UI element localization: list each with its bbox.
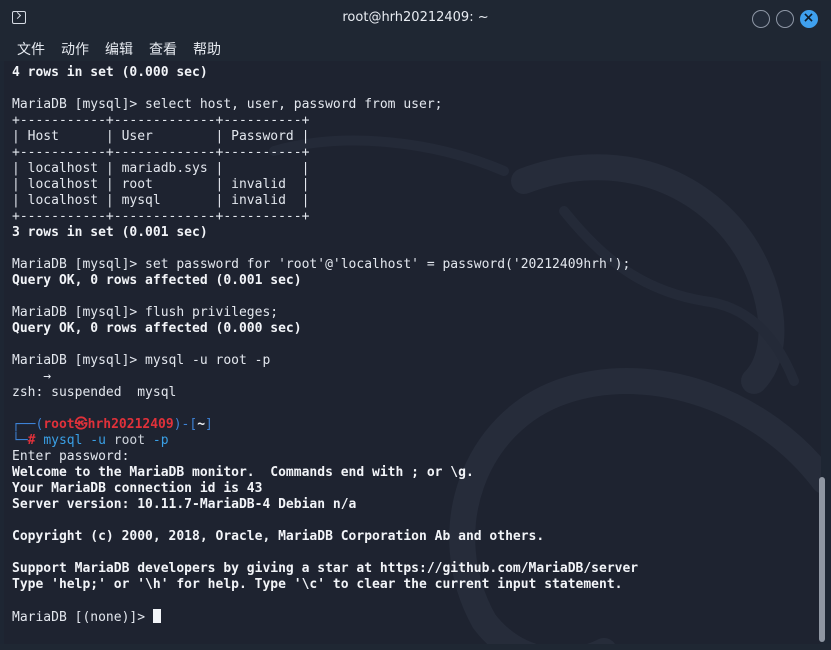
table-border: +-----------+-------------+----------+ xyxy=(12,113,310,128)
title-bar[interactable]: root@hrh20212409: ~ × xyxy=(0,0,831,38)
connection-id: Your MariaDB connection id is 43 xyxy=(12,481,263,496)
sql-command: MariaDB [mysql]> select host, user, pass… xyxy=(12,97,443,112)
terminal-lines: 4 rows in set (0.000 sec) MariaDB [mysql… xyxy=(12,65,638,625)
shell-message: zsh: suspended mysql xyxy=(12,385,177,400)
shell-command: mysql xyxy=(43,433,83,448)
shell-prompt-line-2: └─# mysql -u root -p xyxy=(12,433,638,449)
table-border: +-----------+-------------+----------+ xyxy=(12,209,310,224)
window-title: root@hrh20212409: ~ xyxy=(342,10,489,25)
password-prompt: Enter password: xyxy=(12,449,130,464)
table-row: | localhost | root | invalid | xyxy=(12,177,310,192)
shell-args: -u xyxy=(82,433,114,448)
menu-view[interactable]: 查看 xyxy=(149,39,177,59)
window-bottom-border xyxy=(0,644,831,650)
result-summary: 4 rows in set (0.000 sec) xyxy=(12,65,208,80)
prompt-mid: )-[ xyxy=(173,417,198,432)
current-prompt-line[interactable]: MariaDB [(none)]> xyxy=(12,609,638,625)
shell-arg-user: root xyxy=(113,433,146,448)
result-summary: 3 rows in set (0.001 sec) xyxy=(12,225,208,240)
table-row: | localhost | mysql | invalid | xyxy=(12,193,310,208)
text-cursor xyxy=(152,609,161,623)
prompt-dir: ~ xyxy=(197,417,206,432)
support-message: Support MariaDB developers by giving a s… xyxy=(12,561,639,576)
prompt-open: ┌──( xyxy=(12,417,44,432)
table-row: | localhost | mariadb.sys | | xyxy=(12,161,310,176)
query-result: Query OK, 0 rows affected (0.000 sec) xyxy=(12,321,302,336)
prompt-prefix: └─ xyxy=(12,433,28,448)
table-border: +-----------+-------------+----------+ xyxy=(12,145,310,160)
close-button[interactable]: × xyxy=(800,10,818,28)
menu-help[interactable]: 帮助 xyxy=(193,39,221,59)
sql-command: MariaDB [mysql]> flush privileges; xyxy=(12,305,279,320)
copyright: Copyright (c) 2000, 2018, Oracle, MariaD… xyxy=(12,529,545,544)
minimize-button[interactable] xyxy=(752,10,770,28)
shell-prompt-line-1: ┌──(root㉿hrh20212409)-[~] xyxy=(12,417,638,433)
welcome-message: Welcome to the MariaDB monitor. Commands… xyxy=(12,465,474,480)
menu-bar: 文件 动作 编辑 查看 帮助 xyxy=(0,37,831,61)
mariadb-prompt: MariaDB [(none)]> xyxy=(12,610,153,625)
query-result: Query OK, 0 rows affected (0.001 sec) xyxy=(12,273,302,288)
help-message: Type 'help;' or '\h' for help. Type '\c'… xyxy=(12,577,623,592)
shell-args: -p xyxy=(145,433,169,448)
terminal-output-area[interactable]: 4 rows in set (0.000 sec) MariaDB [mysql… xyxy=(4,61,821,644)
terminal-window: root@hrh20212409: ~ × 文件 动作 编辑 查看 帮助 4 r… xyxy=(0,0,831,650)
table-header: | Host | User | Password | xyxy=(12,129,310,144)
menu-file[interactable]: 文件 xyxy=(17,39,45,59)
close-icon: × xyxy=(802,10,815,26)
menu-edit[interactable]: 编辑 xyxy=(105,39,133,59)
sql-command: MariaDB [mysql]> mysql -u root -p xyxy=(12,353,271,368)
prompt-user-host: root㉿hrh20212409 xyxy=(43,417,174,432)
server-version: Server version: 10.11.7-MariaDB-4 Debian… xyxy=(12,497,357,512)
scrollbar-thumb[interactable] xyxy=(819,477,825,642)
maximize-button[interactable] xyxy=(776,10,794,28)
sql-command: MariaDB [mysql]> set password for 'root'… xyxy=(12,257,631,272)
menu-actions[interactable]: 动作 xyxy=(61,39,89,59)
prompt-close: ] xyxy=(205,417,213,432)
continuation-arrow: → xyxy=(12,369,52,384)
vertical-scrollbar[interactable] xyxy=(817,61,827,644)
